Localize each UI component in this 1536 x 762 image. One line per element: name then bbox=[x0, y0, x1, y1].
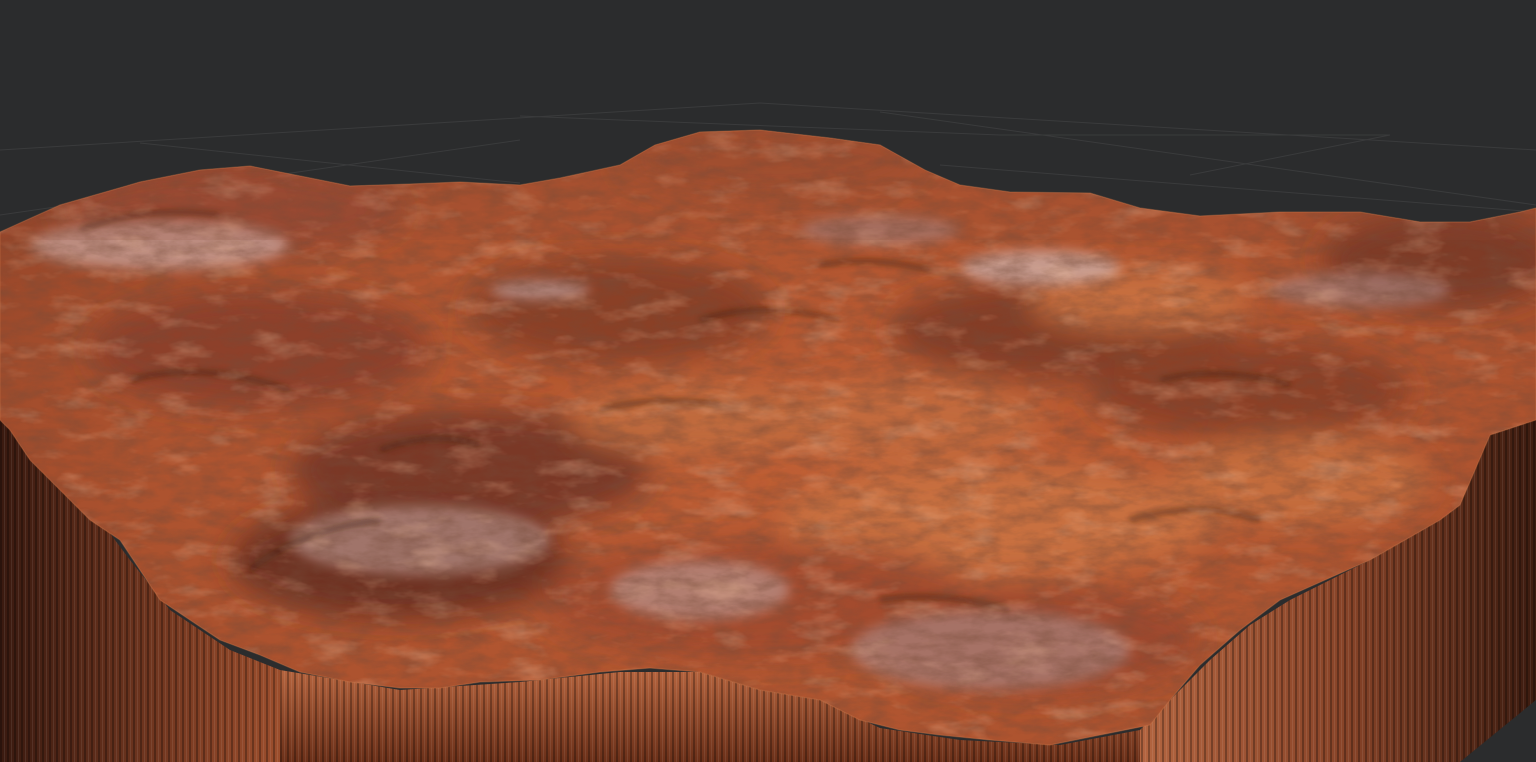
terrain-scene[interactable] bbox=[0, 0, 1536, 762]
3d-viewport[interactable] bbox=[0, 0, 1536, 762]
